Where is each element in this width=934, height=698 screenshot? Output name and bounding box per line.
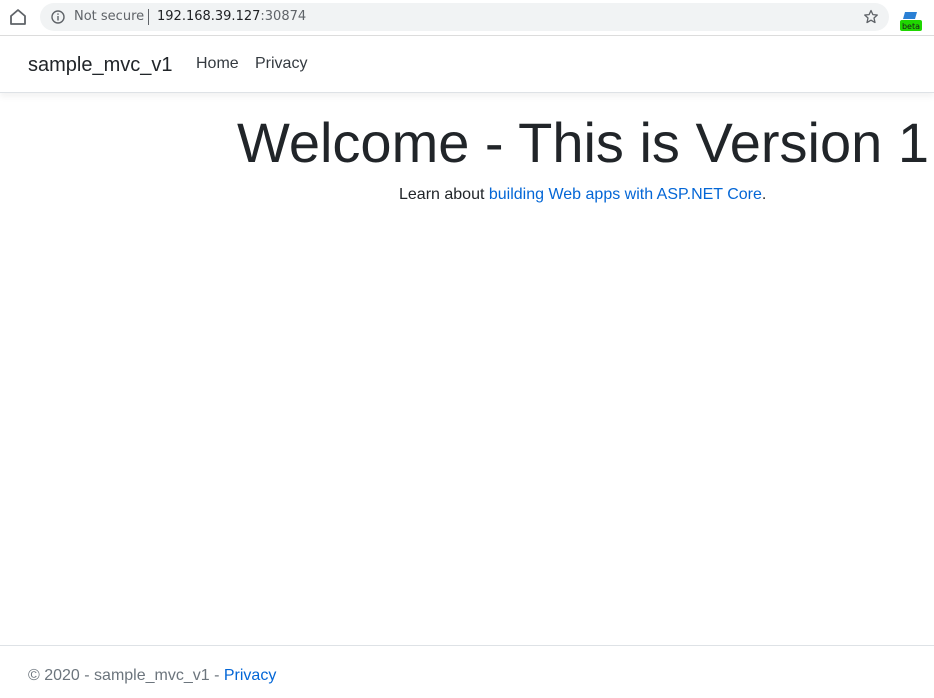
- home-icon[interactable]: [8, 7, 28, 27]
- site-footer: © 2020 - sample_mvc_v1 - Privacy: [0, 645, 934, 698]
- omnibox-divider: [148, 9, 149, 25]
- lead-prefix: Learn about: [399, 186, 489, 203]
- extension-icon[interactable]: beta: [899, 10, 923, 32]
- footer-privacy-link[interactable]: Privacy: [224, 667, 276, 684]
- nav-home-link[interactable]: Home: [196, 55, 239, 73]
- lead-suffix: .: [761, 186, 767, 203]
- site-navbar: sample_mvc_v1 Home Privacy: [0, 36, 934, 93]
- brand-link[interactable]: sample_mvc_v1: [28, 54, 173, 77]
- url-port: :30874: [260, 9, 307, 24]
- nav-privacy-link[interactable]: Privacy: [255, 55, 307, 73]
- page-title: Welcome - This is Version 1: [237, 111, 929, 174]
- url-host: 192.168.39.127: [157, 9, 261, 24]
- address-bar[interactable]: Not secure 192.168.39.127:30874: [40, 3, 889, 31]
- footer-text: © 2020 - sample_mvc_v1 - Privacy: [28, 667, 276, 685]
- url-text[interactable]: 192.168.39.127:30874: [157, 9, 306, 24]
- lead-text: Learn about building Web apps with ASP.N…: [399, 186, 766, 204]
- info-icon[interactable]: [51, 10, 65, 24]
- copyright-text: © 2020 - sample_mvc_v1 -: [28, 667, 224, 684]
- browser-toolbar: Not secure 192.168.39.127:30874 beta: [0, 0, 934, 36]
- extension-badge: beta: [902, 22, 920, 31]
- security-label[interactable]: Not secure: [74, 9, 144, 24]
- star-icon[interactable]: [863, 9, 879, 25]
- aspnet-docs-link[interactable]: building Web apps with ASP.NET Core: [489, 186, 762, 203]
